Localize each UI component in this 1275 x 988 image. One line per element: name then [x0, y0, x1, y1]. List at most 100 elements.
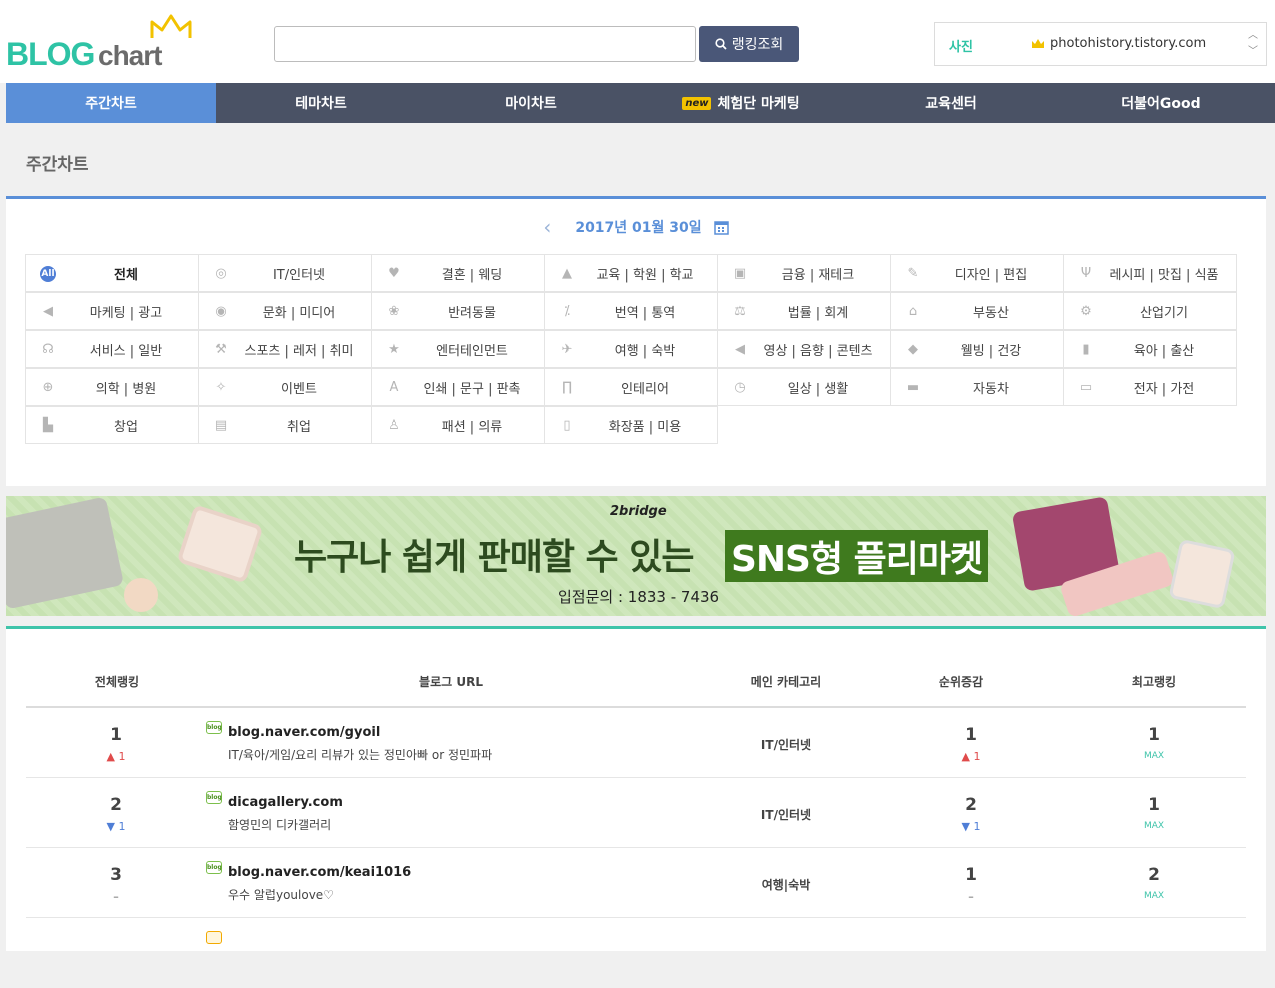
category-item[interactable]: ▯ 화장품 | 미용: [544, 406, 718, 444]
logo-blog-text: BLOG: [6, 36, 95, 72]
category-row: ☊ 서비스 | 일반 ⚒ 스포츠 | 레저 | 취미 ★ 엔터테인먼트 ✈ 여행 | 숙박 ◀ 영…: [25, 330, 1246, 369]
category-item[interactable]: ◆ 웰빙 | 건강: [890, 330, 1064, 368]
category-item[interactable]: ☊ 서비스 | 일반: [25, 330, 199, 368]
tab-theme-chart[interactable]: 테마차트: [216, 83, 426, 123]
tab-education-center[interactable]: 교육센터: [846, 83, 1056, 123]
dumbbell-icon: ⚒: [215, 342, 227, 357]
category-row: ⊕ 의학 | 병원 ✧ 이벤트 A 인쇄 | 문구 | 판촉 ∏ 인테리어 ◷ 일상 | 생활 ▬ 자…: [25, 368, 1246, 407]
rank-change: 1: [965, 725, 977, 745]
category-item[interactable]: ❀ 반려동물: [371, 292, 545, 330]
category-item[interactable]: ⌂ 부동산: [890, 292, 1064, 330]
all-icon: All: [40, 266, 56, 282]
category-item[interactable]: ◉ 문화 | 미디어: [198, 292, 372, 330]
category-item[interactable]: ◀ 마케팅 | 광고: [25, 292, 199, 330]
category-item[interactable]: ▲ 교육 | 학원 | 학교: [544, 254, 718, 292]
top-header: BLOG chart 랭킹조회 사진 photohistory.tistory.…: [0, 0, 1275, 83]
headset-icon: ☊: [42, 342, 54, 357]
banner-contact: 입점문의 : 1833 - 7436: [558, 588, 720, 606]
blog-description: 함영민의 디카갤러리: [228, 818, 332, 832]
category-row: ▙ 창업 ▤ 취업 ♙ 패션 | 의류 ▯ 화장품 | 미용: [25, 406, 1246, 445]
category-item[interactable]: ▙ 창업: [25, 406, 199, 444]
category-row: ◀ 마케팅 | 광고 ◉ 문화 | 미디어 ❀ 반려동물 ⁒ 번역 | 통역 ⚖ 법률 | 회계 ⌂…: [25, 292, 1246, 331]
tab-my-chart[interactable]: 마이차트: [426, 83, 636, 123]
tab-experience-marketing[interactable]: new 체험단 마케팅: [636, 83, 846, 123]
monitor-icon: ▭: [1079, 380, 1093, 395]
category-item[interactable]: ⚙ 산업기기: [1063, 292, 1237, 330]
main-nav: 주간차트 테마차트 마이차트 new 체험단 마케팅 교육센터 더불어Good: [6, 83, 1275, 123]
rank-change-delta: ▼ 1: [961, 820, 981, 833]
car-icon: ▬: [906, 380, 920, 395]
compact-powder-image: [124, 578, 158, 612]
home-icon: ⌂: [908, 304, 918, 319]
blog-description: IT/육아/게임/요리 리뷰가 있는 정민아빠 or 정민파파: [228, 748, 493, 762]
rank-change-delta: ▲ 1: [961, 750, 981, 763]
category-item[interactable]: ∏ 인테리어: [544, 368, 718, 406]
crown-icon: [1032, 39, 1044, 48]
category-item[interactable]: ▮ 육아 | 출산: [1063, 330, 1237, 368]
heart-icon: ♥: [388, 266, 400, 281]
disc-icon: ◉: [215, 304, 227, 319]
table-row[interactable]: 1 ▲ 1 blog blog.naver.com/gyoil IT/육아/게임/요리 …: [26, 708, 1246, 778]
chevron-left-icon[interactable]: ‹: [543, 215, 551, 239]
pencil-icon: ✎: [907, 266, 919, 281]
party-icon: ✧: [215, 380, 227, 395]
main-category: IT/인터넷: [760, 738, 812, 752]
briefcase-icon: ▤: [214, 418, 228, 433]
category-item[interactable]: ✈ 여행 | 숙박: [544, 330, 718, 368]
category-item[interactable]: A 인쇄 | 문구 | 판촉: [371, 368, 545, 406]
rank-delta: ▲ 1: [106, 750, 126, 763]
table-row[interactable]: [26, 918, 1246, 988]
blog-url-link[interactable]: dicagallery.com: [228, 795, 343, 810]
translate-icon: ⁒: [564, 304, 570, 319]
category-item[interactable]: ⚖ 법률 | 회계: [717, 292, 891, 330]
banner-headline: 누구나 쉽게 판매할 수 있는: [294, 537, 694, 578]
category-item[interactable]: ⁒ 번역 | 통역: [544, 292, 718, 330]
ticker-url[interactable]: photohistory.tistory.com: [1050, 36, 1206, 51]
category-item[interactable]: ▣ 금융 | 재테크: [717, 254, 891, 292]
calendar-icon[interactable]: [713, 220, 729, 235]
gavel-icon: ⚖: [734, 304, 746, 319]
category-item[interactable]: ✧ 이벤트: [198, 368, 372, 406]
chevron-up-icon[interactable]: ︿: [1248, 28, 1258, 44]
blogchart-logo[interactable]: BLOG chart: [6, 14, 196, 74]
speaker-icon: ◀: [735, 342, 745, 357]
naver-blog-icon: blog: [206, 791, 222, 804]
ticker-category: 사진: [949, 40, 973, 55]
overall-rank: 1: [110, 725, 122, 745]
blog-url-link[interactable]: blog.naver.com/gyoil: [228, 725, 380, 740]
category-item[interactable]: ◀ 영상 | 음향 | 콘텐츠: [717, 330, 891, 368]
category-item[interactable]: ▬ 자동차: [890, 368, 1064, 406]
shop-icon: ▙: [43, 418, 53, 433]
naver-blog-icon: blog: [206, 861, 222, 874]
category-item[interactable]: ⚒ 스포츠 | 레저 | 취미: [198, 330, 372, 368]
category-item[interactable]: ♥ 결혼 | 웨딩: [371, 254, 545, 292]
graduation-cap-icon: ▲: [562, 266, 572, 281]
category-item[interactable]: ◎ IT/인터넷: [198, 254, 372, 292]
ranking-ticker[interactable]: 사진 photohistory.tistory.com ︿ ﹀: [934, 22, 1267, 66]
search-input[interactable]: [274, 26, 696, 62]
chevron-down-icon[interactable]: ﹀: [1248, 44, 1258, 60]
column-header-blog-url: 블로그 URL: [419, 675, 483, 689]
category-item[interactable]: ▤ 취업: [198, 406, 372, 444]
money-icon: ▣: [733, 266, 747, 281]
table-row[interactable]: 2 ▼ 1 blog dicagallery.com 함영민의 디카갤러리 IT/인터넷 2…: [26, 778, 1246, 848]
ad-banner[interactable]: 2bridge 누구나 쉽게 판매할 수 있는 SNS형 플리마켓 입점문의 :…: [6, 496, 1266, 616]
table-row[interactable]: 3 – blog blog.naver.com/keai1016 우수 알럽youlov…: [26, 848, 1246, 918]
category-item[interactable]: ◷ 일상 | 생활: [717, 368, 891, 406]
category-panel: ‹ 2017년 01월 30일 All 전체 ◎ IT/인터넷 ♥ 결혼 | 웨딩 ▲ 교육 …: [6, 196, 1266, 486]
cosmetics-icon: ▯: [563, 418, 571, 433]
category-item[interactable]: ⊕ 의학 | 병원: [25, 368, 199, 406]
plus-circle-icon: ⊕: [42, 380, 54, 395]
category-item[interactable]: ★ 엔터테인먼트: [371, 330, 545, 368]
tab-together-good[interactable]: 더불어Good: [1056, 83, 1266, 123]
blog-url-link[interactable]: blog.naver.com/keai1016: [228, 865, 411, 880]
category-item[interactable]: Ψ 레시피 | 맛집 | 식품: [1063, 254, 1237, 292]
rank-change: 1: [965, 865, 977, 885]
category-item[interactable]: ♙ 패션 | 의류: [371, 406, 545, 444]
category-item[interactable]: All 전체: [25, 254, 199, 292]
tab-weekly-chart[interactable]: 주간차트: [6, 83, 216, 123]
category-item[interactable]: ▭ 전자 | 가전: [1063, 368, 1237, 406]
category-item[interactable]: ✎ 디자인 | 편집: [890, 254, 1064, 292]
search-button[interactable]: 랭킹조회: [699, 26, 799, 62]
ticker-arrows[interactable]: ︿ ﹀: [1248, 28, 1258, 60]
